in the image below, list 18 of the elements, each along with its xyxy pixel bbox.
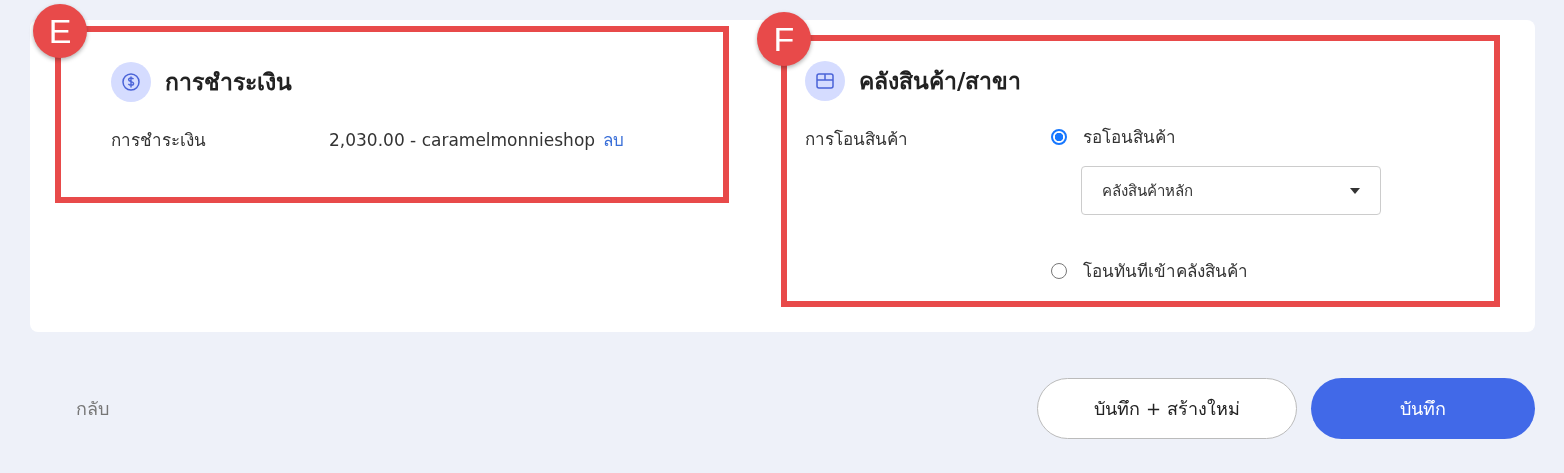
box-icon (805, 61, 845, 101)
save-button[interactable]: บันทึก (1311, 378, 1535, 439)
delete-link[interactable]: ลบ (603, 126, 625, 153)
payment-value: 2,030.00 - caramelmonnieshop (329, 129, 596, 150)
section-title: คลังสินค้า/สาขา (859, 67, 1022, 96)
field-label: การชำระเงิน (111, 129, 207, 152)
dollar-icon (111, 62, 151, 102)
field-label: การโอนสินค้า (805, 128, 909, 151)
warehouse-dropdown[interactable]: คลังสินค้าหลัก (1081, 166, 1381, 215)
annotation-badge: E (33, 4, 87, 58)
radio-button[interactable] (1051, 128, 1067, 145)
radio-label: รอโอนสินค้า (1083, 126, 1176, 149)
section-title: การชำระเงิน (165, 68, 292, 97)
save-new-button[interactable]: บันทึก + สร้างใหม่ (1037, 378, 1297, 439)
back-link[interactable]: กลับ (76, 394, 109, 423)
caret-icon (1350, 187, 1360, 194)
annotation-badge: F (757, 12, 811, 66)
radio-label: โอนทันทีเข้าคลังสินค้า (1083, 260, 1248, 283)
